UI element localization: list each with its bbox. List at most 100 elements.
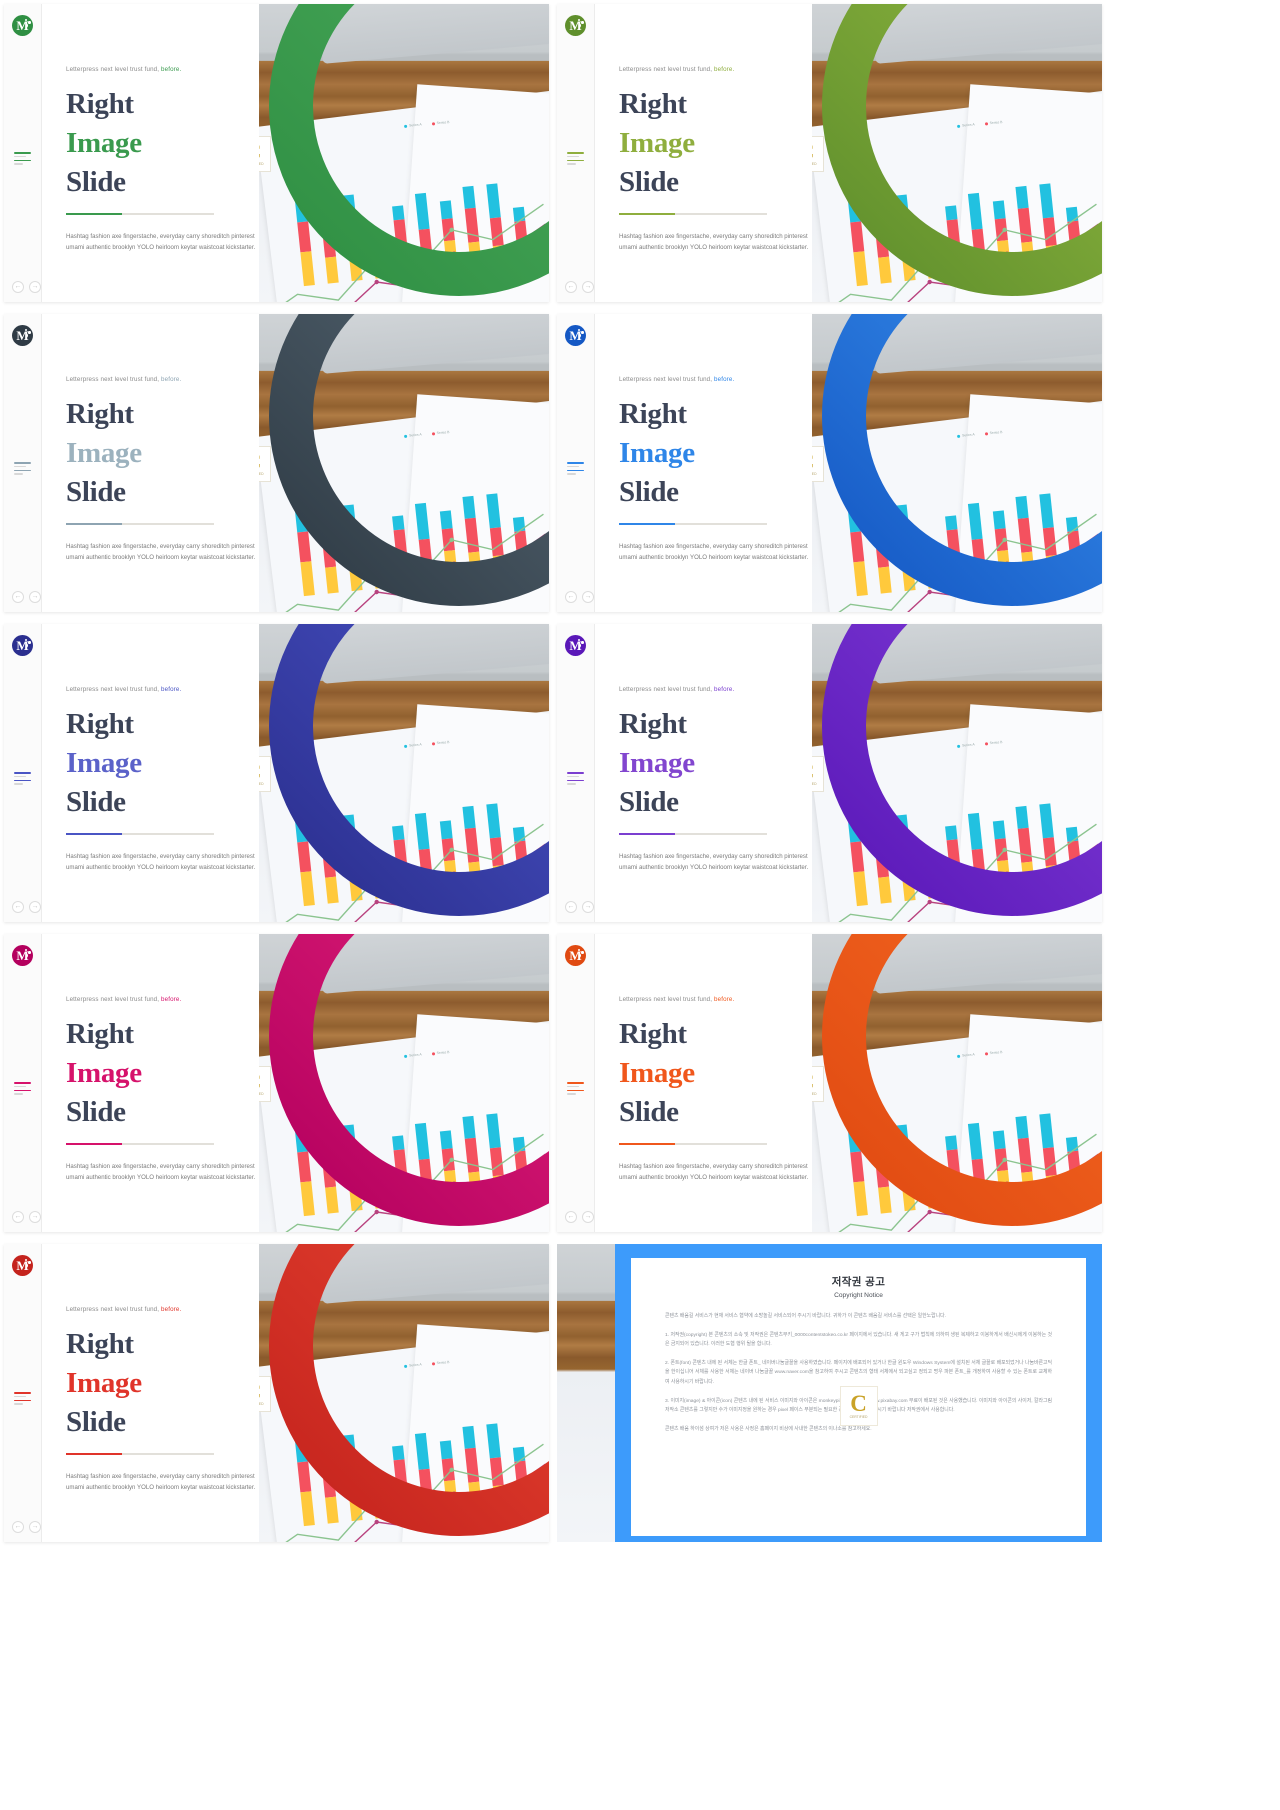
- slide-nav[interactable]: ← →: [565, 901, 594, 913]
- brand-logo-icon[interactable]: M: [565, 325, 586, 346]
- nav-prev-button[interactable]: ←: [565, 591, 577, 603]
- brand-logo-icon[interactable]: M: [12, 325, 33, 346]
- decorative-arc: [269, 314, 549, 606]
- decorative-arc: [822, 624, 1102, 916]
- slide-list-icon[interactable]: [567, 1082, 584, 1098]
- nav-next-button[interactable]: →: [582, 281, 594, 293]
- brand-logo-icon[interactable]: M: [565, 15, 586, 36]
- slide-paragraph: Hashtag fashion axe fingerstache, everyd…: [619, 1162, 809, 1182]
- slide-indigo[interactable]: M ← → Letterpress next level trust fund, be…: [4, 624, 549, 922]
- slide-nav[interactable]: ← →: [565, 281, 594, 293]
- nav-prev-button[interactable]: ←: [12, 901, 24, 913]
- heading-line-1: Right: [619, 398, 687, 430]
- heading-rule: [66, 1453, 214, 1455]
- slide-grid: M ← → Letterpress next level trust fund, be…: [0, 0, 1280, 1810]
- slide-cell[interactable]: M ← → Letterpress next level trust fund, be…: [0, 930, 553, 1240]
- brand-logo-icon[interactable]: M: [12, 945, 33, 966]
- slide-paragraph: Hashtag fashion axe fingerstache, everyd…: [66, 1162, 256, 1182]
- slide-cell[interactable]: M ← → Letterpress next level trust fund, be…: [0, 620, 553, 930]
- copyright-watermark: C CERTIFIED: [839, 1386, 878, 1426]
- slide-list-icon[interactable]: [567, 462, 584, 478]
- slide-paragraph: Hashtag fashion axe fingerstache, everyd…: [619, 542, 809, 562]
- slide-cell[interactable]: M ← → Letterpress next level trust fund, be…: [0, 1240, 553, 1550]
- nav-prev-button[interactable]: ←: [565, 281, 577, 293]
- heading-line-1: Right: [66, 1328, 134, 1360]
- slide-purple[interactable]: M ← → Letterpress next level trust fund, be…: [557, 624, 1102, 922]
- slide-photo: Series ASeries BCCERTIFIED: [259, 1244, 549, 1542]
- heading-line-1: Right: [66, 398, 134, 430]
- heading-rule: [66, 523, 214, 525]
- slide-red[interactable]: M ← → Letterpress next level trust fund, be…: [4, 1244, 549, 1542]
- copyright-paragraph: 1. 저작권(copyright) 본 콘텐츠의 소속 및 저작권은 콘텐츠부키…: [665, 1332, 1052, 1348]
- certification-stamp: CCERTIFIED: [259, 1376, 271, 1412]
- nav-next-button[interactable]: →: [29, 1521, 41, 1533]
- slide-magenta[interactable]: M ← → Letterpress next level trust fund, be…: [4, 934, 549, 1232]
- nav-next-button[interactable]: →: [582, 1211, 594, 1223]
- decorative-arc: [822, 4, 1102, 296]
- nav-next-button[interactable]: →: [582, 901, 594, 913]
- slide-list-icon[interactable]: [14, 152, 31, 168]
- brand-logo-icon[interactable]: M: [12, 15, 33, 36]
- slide-nav[interactable]: ← →: [12, 1521, 41, 1533]
- heading-rule: [66, 833, 214, 835]
- copyright-title: 저작권 공고: [831, 1276, 886, 1288]
- slide-cell[interactable]: M ← → Letterpress next level trust fund, be…: [553, 930, 1106, 1240]
- slide-charcoal[interactable]: M ← → Letterpress next level trust fund, be…: [4, 314, 549, 612]
- heading-rule: [619, 523, 767, 525]
- slide-nav[interactable]: ← →: [12, 1211, 41, 1223]
- nav-next-button[interactable]: →: [29, 591, 41, 603]
- slide-cell[interactable]: M ← → Letterpress next level trust fund, be…: [0, 310, 553, 620]
- copyright-side-photo: [557, 1244, 615, 1542]
- slide-cell[interactable]: M ← → Letterpress next level trust fund, be…: [0, 0, 553, 310]
- copyright-paragraph: 2. 폰트(font) 콘텐츠 내에 된 서체는 한글 폰트_ 네이버나눔글꼴을…: [665, 1360, 1052, 1385]
- certification-stamp: CCERTIFIED: [259, 1066, 271, 1102]
- slide-nav[interactable]: ← →: [12, 901, 41, 913]
- nav-prev-button[interactable]: ←: [565, 1211, 577, 1223]
- slide-blue[interactable]: M ← → Letterpress next level trust fund, be…: [557, 314, 1102, 612]
- brand-logo-icon[interactable]: M: [565, 635, 586, 656]
- slide-photo: Series ASeries BCCERTIFIED: [812, 4, 1102, 302]
- slide-olive[interactable]: M ← → Letterpress next level trust fund, be…: [557, 4, 1102, 302]
- slide-photo: Series ASeries BCCERTIFIED: [259, 624, 549, 922]
- nav-next-button[interactable]: →: [29, 281, 41, 293]
- brand-logo-icon[interactable]: M: [565, 945, 586, 966]
- nav-prev-button[interactable]: ←: [12, 281, 24, 293]
- nav-prev-button[interactable]: ←: [12, 591, 24, 603]
- brand-logo-icon[interactable]: M: [12, 1255, 33, 1276]
- slide-nav[interactable]: ← →: [565, 591, 594, 603]
- slide-list-icon[interactable]: [567, 772, 584, 788]
- decorative-arc: [269, 934, 549, 1226]
- slide-cell[interactable]: M ← → Letterpress next level trust fund, be…: [553, 0, 1106, 310]
- nav-next-button[interactable]: →: [29, 901, 41, 913]
- brand-logo-icon[interactable]: M: [12, 635, 33, 656]
- slide-cell[interactable]: M ← → Letterpress next level trust fund, be…: [553, 620, 1106, 930]
- nav-prev-button[interactable]: ←: [565, 901, 577, 913]
- slide-list-icon[interactable]: [14, 772, 31, 788]
- copyright-document: 저작권 공고 Copyright Notice 콘텐츠 배움길 서비스가 현재 서비…: [631, 1258, 1086, 1536]
- certification-stamp: CCERTIFIED: [812, 1066, 824, 1102]
- slide-list-icon[interactable]: [14, 462, 31, 478]
- certification-stamp: CCERTIFIED: [259, 756, 271, 792]
- slide-cell[interactable]: M ← → Letterpress next level trust fund, be…: [553, 310, 1106, 620]
- heading-rule: [619, 1143, 767, 1145]
- heading-line-1: Right: [66, 88, 134, 120]
- certification-stamp: CCERTIFIED: [812, 446, 824, 482]
- nav-prev-button[interactable]: ←: [12, 1211, 24, 1223]
- slide-nav[interactable]: ← →: [12, 281, 41, 293]
- slide-list-icon[interactable]: [14, 1082, 31, 1098]
- decorative-arc: [822, 934, 1102, 1226]
- slide-list-icon[interactable]: [14, 1392, 31, 1408]
- copyright-cell[interactable]: 저작권 공고 Copyright Notice 콘텐츠 배움길 서비스가 현재 서비…: [553, 1240, 1106, 1550]
- slide-photo: Series ASeries BCCERTIFIED: [259, 4, 549, 302]
- slide-orange[interactable]: M ← → Letterpress next level trust fund, be…: [557, 934, 1102, 1232]
- slide-nav[interactable]: ← →: [12, 591, 41, 603]
- heading-line-1: Right: [66, 1018, 134, 1050]
- slide-nav[interactable]: ← →: [565, 1211, 594, 1223]
- slide-green[interactable]: M ← → Letterpress next level trust fund, be…: [4, 4, 549, 302]
- copyright-slide[interactable]: 저작권 공고 Copyright Notice 콘텐츠 배움길 서비스가 현재 서비…: [557, 1244, 1102, 1542]
- nav-next-button[interactable]: →: [29, 1211, 41, 1223]
- copyright-frame: 저작권 공고 Copyright Notice 콘텐츠 배움길 서비스가 현재 서비…: [615, 1244, 1102, 1542]
- nav-next-button[interactable]: →: [582, 591, 594, 603]
- nav-prev-button[interactable]: ←: [12, 1521, 24, 1533]
- slide-list-icon[interactable]: [567, 152, 584, 168]
